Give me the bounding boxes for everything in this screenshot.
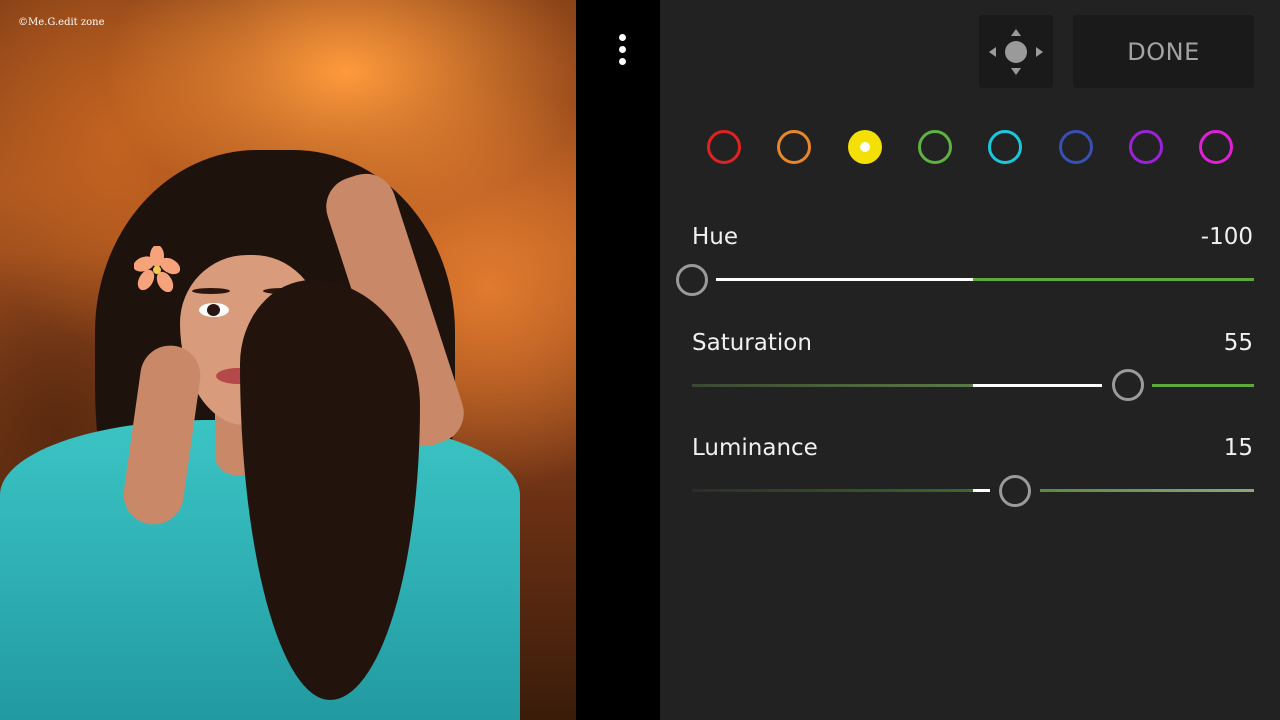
move-target-icon [989, 29, 1043, 75]
swatch-yellow[interactable] [848, 130, 882, 164]
hue-track[interactable] [973, 278, 1254, 281]
photo-brow-left [192, 288, 230, 294]
more-vertical-icon[interactable] [614, 34, 630, 70]
photo-eye-left [199, 303, 229, 317]
divider-gutter [576, 0, 660, 720]
hue-slider-thumb[interactable] [676, 264, 708, 296]
saturation-value: 55 [1223, 330, 1253, 356]
done-button[interactable]: DONE [1073, 15, 1254, 88]
saturation-label: Saturation [692, 330, 812, 356]
luminance-value: 15 [1223, 435, 1253, 461]
selected-dot-icon [860, 142, 870, 152]
luminance-track-fill [973, 489, 990, 492]
swatch-orange[interactable] [777, 130, 811, 164]
saturation-track-right[interactable] [1152, 384, 1254, 387]
swatch-magenta[interactable] [1199, 130, 1233, 164]
saturation-track-left[interactable] [692, 384, 973, 387]
swatch-red[interactable] [707, 130, 741, 164]
hue-track-fill [716, 278, 973, 281]
swatch-blue[interactable] [1059, 130, 1093, 164]
swatch-aqua[interactable] [988, 130, 1022, 164]
swatch-purple[interactable] [1129, 130, 1163, 164]
luminance-label: Luminance [692, 435, 818, 461]
hue-value: -100 [1200, 224, 1253, 250]
hue-label: Hue [692, 224, 739, 250]
luminance-slider-thumb[interactable] [999, 475, 1031, 507]
targeted-adjustment-button[interactable] [979, 15, 1053, 88]
luminance-track-right[interactable] [1040, 489, 1254, 492]
color-mix-panel [660, 0, 1280, 720]
saturation-slider-thumb[interactable] [1112, 369, 1144, 401]
swatch-green[interactable] [918, 130, 952, 164]
watermark-text: ©Me.G.edit zone [18, 17, 105, 28]
luminance-track-left[interactable] [692, 489, 973, 492]
saturation-track-fill [973, 384, 1102, 387]
photo-preview: ©Me.G.edit zone [0, 0, 576, 720]
photo-flower [134, 246, 180, 292]
